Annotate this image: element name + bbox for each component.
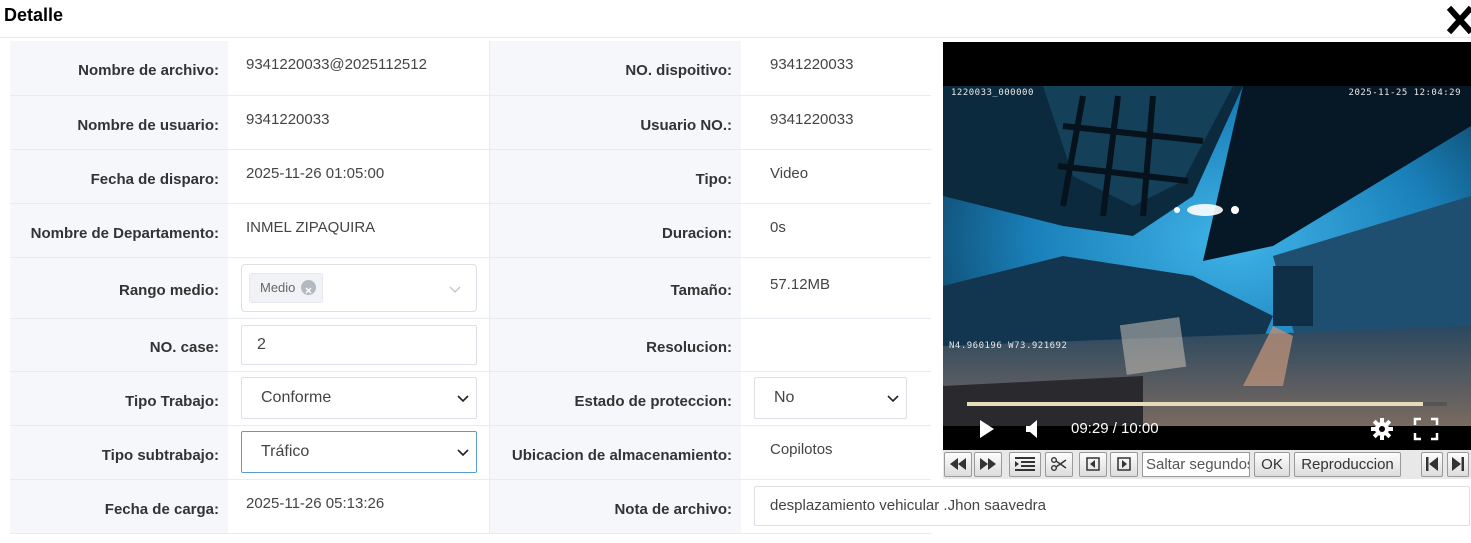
size-value: 57.12MB — [741, 257, 931, 319]
storage-location-label: Ubicacion de almacenamiento: — [488, 425, 741, 480]
fast-forward-icon — [980, 458, 996, 470]
work-type-cell: Conforme — [228, 371, 489, 426]
resolution-label: Resolucion: — [488, 318, 741, 372]
case-no-cell: 2 — [228, 318, 489, 372]
form-row: Nombre de Departamento: INMEL ZIPAQUIRA … — [10, 203, 931, 258]
close-button[interactable] — [1446, 4, 1471, 35]
device-no-label: NO. dispoitivo: — [488, 41, 741, 96]
medium-range-label: Rango medio: — [10, 257, 228, 319]
skip-end-button[interactable] — [1447, 452, 1469, 477]
skip-start-button[interactable] — [1421, 452, 1443, 477]
case-no-label: NO. case: — [10, 318, 228, 372]
file-name-label: Nombre de archivo: — [10, 41, 228, 96]
video-frame[interactable]: 1220033_000000 2025-11-25 12:04:29 N4.96… — [943, 86, 1471, 426]
gear-icon[interactable] — [1370, 417, 1394, 441]
user-no-value: 9341220033 — [741, 95, 931, 150]
resolution-value — [741, 318, 931, 372]
osd-device-id: 1220033_000000 — [951, 88, 1034, 98]
scissors-icon — [1051, 457, 1067, 471]
detail-form: Nombre de archivo: 9341220033@2025112512… — [10, 41, 931, 534]
tag-remove-button[interactable] — [301, 280, 317, 295]
form-row: Nombre de archivo: 9341220033@2025112512… — [10, 41, 931, 96]
trigger-date-label: Fecha de disparo: — [10, 149, 228, 204]
close-icon — [305, 287, 312, 294]
player-controls: 09:29 / 10:00 — [943, 396, 1471, 450]
work-subtype-label: Tipo subtrabajo: — [10, 425, 228, 480]
chevron-down-icon — [457, 449, 469, 457]
work-subtype-select[interactable]: Tráfico — [241, 431, 477, 473]
trigger-date-value: 2025-11-26 01:05:00 — [228, 149, 489, 204]
previous-frame-icon — [1086, 457, 1100, 471]
rewind-button[interactable] — [944, 452, 972, 477]
work-subtype-selected: Tráfico — [261, 443, 310, 460]
form-row: Tipo Trabajo: Conforme Estado de protecc… — [10, 371, 931, 426]
work-type-selected: Conforme — [261, 389, 332, 406]
next-frame-button[interactable] — [1110, 452, 1138, 477]
duration-label: Duracion: — [488, 203, 741, 258]
upload-date-value: 2025-11-26 05:13:26 — [228, 479, 489, 534]
fullscreen-icon[interactable] — [1413, 417, 1439, 441]
clip-button[interactable] — [1045, 452, 1073, 477]
next-frame-icon — [1117, 457, 1131, 471]
duration-value: 0s — [741, 203, 931, 258]
dialog-header: Detalle — [0, 0, 1471, 38]
upload-date-label: Fecha de carga: — [10, 479, 228, 534]
form-row: Tipo subtrabajo: Tráfico Ubicacion de al… — [10, 425, 931, 480]
form-row: Fecha de disparo: 2025-11-26 01:05:00 Ti… — [10, 149, 931, 204]
case-no-input[interactable]: 2 — [241, 324, 477, 365]
work-type-label: Tipo Trabajo: — [10, 371, 228, 426]
department-label: Nombre de Departamento: — [10, 203, 228, 258]
work-type-select[interactable]: Conforme — [241, 377, 477, 419]
playback-button[interactable]: Reproduccion — [1294, 452, 1401, 477]
jump-seconds-input[interactable]: Saltar segundos — [1142, 452, 1250, 477]
video-player[interactable]: 1220033_000000 2025-11-25 12:04:29 N4.96… — [943, 42, 1471, 450]
osd-gps: N4.960196 W73.921692 — [949, 341, 1068, 351]
volume-icon[interactable] — [1025, 419, 1041, 439]
progress-fill — [967, 402, 1423, 406]
storage-location-value: Copilotos — [741, 425, 931, 480]
medium-range-tag: Medio — [249, 272, 324, 303]
file-name-value: 9341220033@2025112512 — [228, 41, 489, 96]
user-name-label: Nombre de usuario: — [10, 95, 228, 150]
form-row: NO. case: 2 Resolucion: — [10, 318, 931, 372]
medium-range-tag-label: Medio — [260, 279, 296, 295]
file-note-label: Nota de archivo: — [488, 479, 741, 534]
protection-state-label: Estado de proteccion: — [488, 371, 741, 426]
protection-state-cell: No — [741, 371, 931, 426]
user-no-label: Usuario NO.: — [488, 95, 741, 150]
protection-state-selected: No — [774, 389, 795, 406]
list-button[interactable] — [1009, 452, 1041, 477]
time-display: 09:29 / 10:00 — [1071, 420, 1159, 437]
medium-range-cell: Medio — [228, 257, 489, 319]
fast-forward-button[interactable] — [974, 452, 1002, 477]
progress-bar[interactable] — [967, 402, 1447, 406]
type-label: Tipo: — [488, 149, 741, 204]
type-value: Video — [741, 149, 931, 204]
protection-state-select[interactable]: No — [754, 377, 907, 419]
size-label: Tamaño: — [488, 257, 741, 319]
play-icon[interactable] — [979, 419, 995, 439]
video-image — [943, 86, 1471, 426]
ok-button[interactable]: OK — [1254, 452, 1290, 477]
file-note-input[interactable]: desplazamiento vehicular .Jhon saavedra — [754, 486, 1470, 526]
osd-timestamp: 2025-11-25 12:04:29 — [1348, 88, 1461, 98]
chevron-down-icon — [457, 395, 469, 403]
device-no-value: 9341220033 — [741, 41, 931, 96]
chevron-down-icon — [887, 395, 899, 403]
close-icon — [1446, 5, 1471, 35]
player-toolbar: Saltar segundos OK Reproduccion — [943, 450, 1471, 479]
dialog-title: Detalle — [4, 5, 64, 25]
medium-range-select[interactable]: Medio — [241, 263, 477, 312]
department-value: INMEL ZIPAQUIRA — [228, 203, 489, 258]
skip-start-icon — [1426, 457, 1438, 471]
previous-frame-button[interactable] — [1079, 452, 1107, 477]
form-row: Rango medio: Medio Tamaño: 57.12MB — [10, 257, 931, 319]
chevron-down-icon — [449, 286, 461, 293]
list-icon — [1015, 457, 1035, 471]
skip-end-icon — [1452, 457, 1464, 471]
user-name-value: 9341220033 — [228, 95, 489, 150]
rewind-icon — [950, 458, 966, 470]
form-row: Nombre de usuario: 9341220033 Usuario NO… — [10, 95, 931, 150]
work-subtype-cell: Tráfico — [228, 425, 489, 480]
